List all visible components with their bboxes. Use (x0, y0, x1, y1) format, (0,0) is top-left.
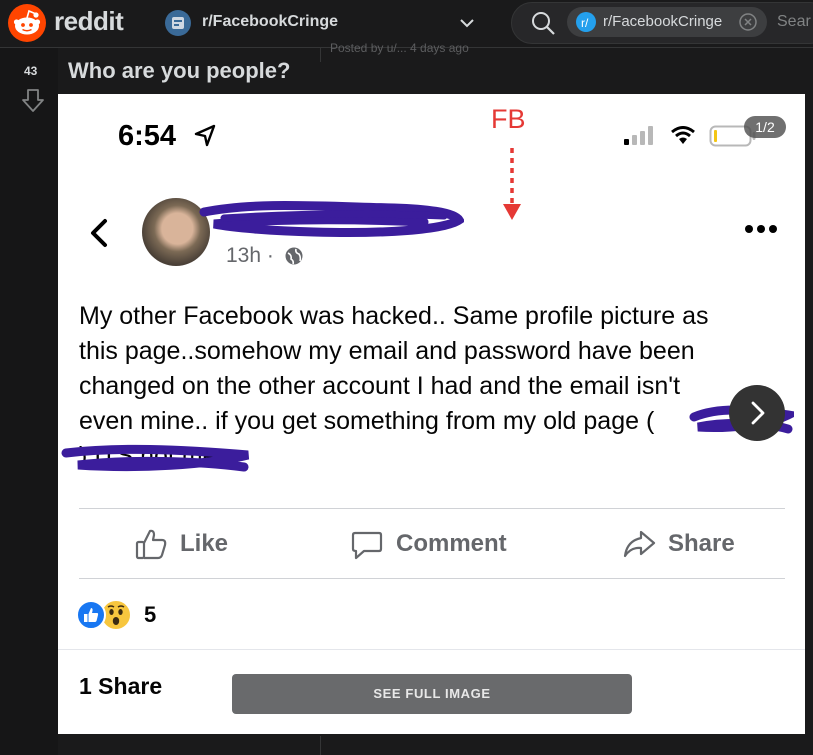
location-arrow-icon (192, 123, 218, 149)
reaction-count: 5 (144, 602, 157, 627)
post-meta: Posted by u/... 4 days ago (330, 41, 469, 55)
search-icon (530, 10, 556, 36)
reddit-logo-icon[interactable] (8, 4, 46, 42)
more-icon[interactable] (743, 222, 779, 236)
divider (79, 578, 785, 579)
annotation-label: FB (491, 104, 526, 134)
subreddit-icon (165, 10, 191, 36)
subreddit-switcher-label[interactable]: r/FacebookCringe (202, 13, 338, 31)
post-title[interactable]: Who are you people? (68, 58, 290, 84)
gallery-counter: 1/2 (744, 116, 786, 138)
share-count: 1 Share (79, 673, 163, 699)
redaction-scribble (199, 201, 464, 237)
subreddit-chip-icon: r/ (576, 12, 596, 32)
divider (320, 48, 321, 62)
vote-count: 43 (24, 64, 38, 78)
divider (79, 508, 785, 509)
divider (58, 649, 805, 650)
reaction-summary[interactable]: 5 (76, 596, 156, 634)
signal-icon (624, 126, 653, 145)
reddit-wordmark[interactable]: reddit (54, 6, 124, 37)
svg-text:r/: r/ (581, 16, 589, 30)
back-icon[interactable] (88, 218, 110, 248)
like-label: Like (180, 530, 229, 557)
search-chip-label: r/FacebookCringe (603, 13, 723, 30)
next-icon (751, 401, 765, 425)
divider (320, 736, 321, 755)
next-image-button[interactable] (729, 385, 785, 441)
post-image[interactable]: 6:54 FB 1/2 13h · My other Facebook was … (58, 94, 805, 734)
globe-icon (284, 246, 304, 266)
like-reaction-icon (76, 600, 106, 630)
share-icon (623, 530, 656, 558)
annotation-arrow-icon (503, 148, 521, 220)
status-time: 6:54 (118, 120, 177, 152)
wifi-icon (671, 126, 695, 144)
share-label: Share (668, 530, 735, 557)
like-button[interactable]: Like (134, 526, 228, 562)
chevron-down-icon[interactable] (457, 13, 477, 33)
close-icon[interactable] (738, 12, 758, 32)
redaction-scribble (61, 444, 250, 472)
comment-button[interactable]: Comment (350, 526, 507, 562)
share-button[interactable]: Share (622, 526, 735, 562)
like-icon (135, 529, 167, 560)
comment-label: Comment (396, 530, 507, 557)
downvote-icon[interactable] (20, 87, 46, 113)
search-input[interactable]: Sear (777, 13, 811, 31)
post-timestamp: 13h · (226, 244, 274, 267)
vote-column (0, 48, 58, 755)
comment-icon (351, 531, 383, 560)
see-full-image-button[interactable]: SEE FULL IMAGE (232, 674, 632, 714)
